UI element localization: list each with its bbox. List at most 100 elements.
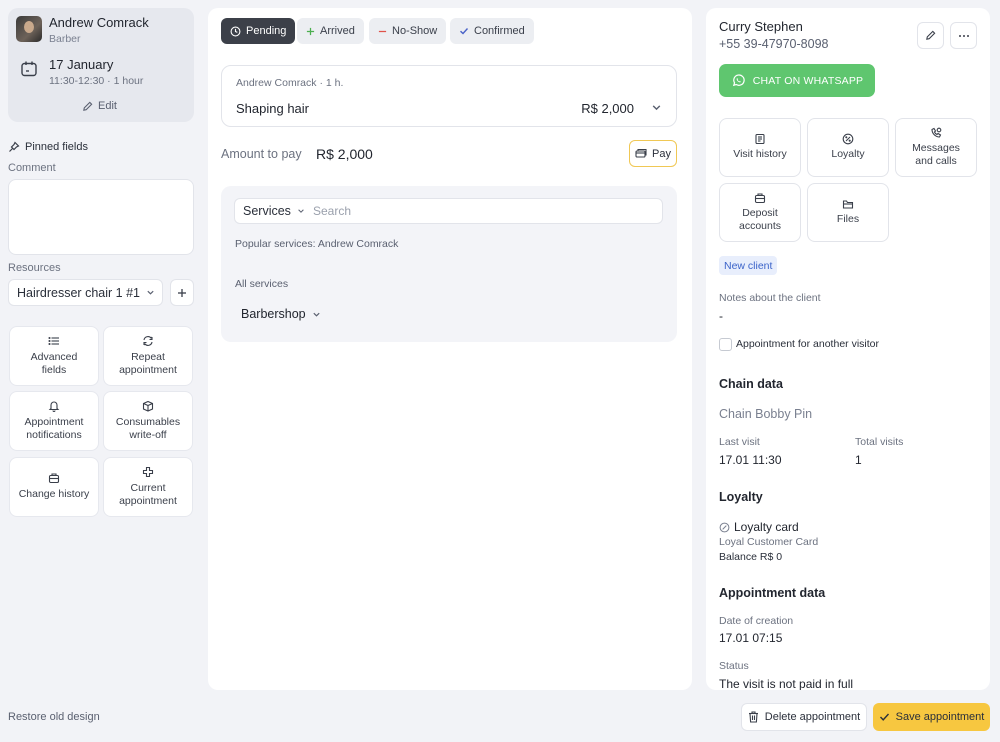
status-pending-button[interactable]: Pending — [221, 18, 296, 44]
status-label: Arrived — [320, 25, 355, 37]
creation-date-label: Date of creation — [719, 615, 794, 627]
services-dropdown[interactable]: Services — [243, 204, 305, 218]
delete-appointment-button[interactable]: Delete appointment — [741, 703, 867, 731]
tile-label: Consumables write-off — [115, 415, 181, 441]
popular-services-label: Popular services: Andrew Comrack — [235, 238, 399, 250]
staff-card: Andrew Comrack Barber 17 January 11:30-1… — [8, 8, 194, 122]
status-label: Pending — [246, 25, 287, 37]
another-visitor-checkbox[interactable] — [719, 338, 732, 351]
tile-label: Loyalty — [831, 148, 865, 161]
tile-repeat-appointment[interactable]: Repeat appointment — [103, 326, 193, 386]
edit-label: Edit — [98, 100, 117, 112]
service-card[interactable]: Andrew Comrack · 1 h. Shaping hair R$ 2,… — [221, 65, 677, 127]
tile-label: Visit history — [733, 148, 787, 161]
edit-button[interactable]: Edit — [82, 100, 117, 112]
document-icon — [755, 134, 765, 145]
check-icon — [879, 713, 889, 721]
tile-files[interactable]: Files — [807, 183, 889, 242]
services-search-bar: Services — [234, 198, 663, 224]
minus-icon — [378, 30, 387, 32]
another-visitor-label: Appointment for another visitor — [736, 338, 879, 350]
notes-label: Notes about the client — [719, 292, 821, 304]
tile-label: Advanced fields — [30, 350, 78, 376]
pencil-icon — [926, 30, 936, 40]
whatsapp-icon — [732, 74, 745, 87]
tile-label: Messages and calls — [912, 141, 960, 167]
pin-icon — [9, 141, 20, 152]
total-visits-value: 1 — [855, 453, 862, 467]
all-services-label: All services — [235, 278, 289, 290]
loyalty-card-title[interactable]: Loyalty card — [719, 520, 799, 534]
chevron-down-icon — [298, 209, 304, 213]
tile-visit-history[interactable]: Visit history — [719, 118, 801, 177]
tile-label: Appointment notifications — [24, 415, 84, 441]
tile-loyalty[interactable]: Loyalty — [807, 118, 889, 177]
box-icon — [142, 400, 154, 412]
status-arrived-button[interactable]: Arrived — [297, 18, 364, 44]
loyalty-card-name: Loyal Customer Card — [719, 536, 819, 548]
amount-label: Amount to pay — [221, 147, 302, 161]
category-barbershop[interactable]: Barbershop — [241, 307, 321, 321]
clock-icon — [230, 26, 241, 36]
staff-name: Andrew Comrack — [49, 15, 149, 30]
tile-current-appointment[interactable]: Current appointment — [103, 457, 193, 517]
new-client-badge: New client — [719, 256, 778, 275]
chevron-down-icon[interactable] — [651, 102, 662, 113]
last-visit-value: 17.01 11:30 — [719, 453, 782, 467]
status-no-show-button[interactable]: No-Show — [369, 18, 447, 44]
save-appointment-button[interactable]: Save appointment — [873, 703, 990, 731]
bell-icon — [48, 401, 60, 412]
check-icon — [460, 28, 469, 35]
pinned-label: Pinned fields — [25, 141, 88, 153]
tile-label: Deposit accounts — [738, 206, 782, 232]
services-dropdown-label: Services — [243, 204, 291, 218]
edit-client-button[interactable] — [917, 22, 944, 49]
restore-old-design-link[interactable]: Restore old design — [8, 711, 100, 723]
tile-messages-and-calls[interactable]: Messages and calls — [895, 118, 977, 177]
category-label: Barbershop — [241, 307, 306, 321]
loyalty-balance: Balance R$ 0 — [719, 551, 783, 563]
pay-button[interactable]: Pay — [629, 140, 677, 167]
resource-select[interactable]: Hairdresser chair 1 #1 — [8, 279, 163, 306]
tile-label: Current appointment — [119, 481, 177, 507]
comment-label: Comment — [8, 162, 56, 174]
tile-advanced-fields[interactable]: Advanced fields — [9, 326, 99, 386]
status-confirmed-button[interactable]: Confirmed — [450, 18, 534, 44]
trash-icon — [748, 711, 758, 723]
chain-heading: Chain data — [719, 377, 783, 391]
wallet-icon — [754, 193, 766, 203]
client-panel: Curry Stephen +55 39-47970-8098 CHAT ON … — [706, 8, 990, 690]
last-visit-label: Last visit — [719, 436, 760, 448]
chain-name: Chain Bobby Pin — [719, 407, 813, 421]
whatsapp-label: CHAT ON WHATSAPP — [752, 74, 864, 87]
plus-outline-icon — [142, 466, 154, 477]
staff-role: Barber — [49, 33, 81, 45]
calendar-icon — [21, 61, 37, 77]
services-panel: Services Popular services: Andrew Comrac… — [221, 186, 677, 342]
comment-field[interactable] — [8, 179, 194, 255]
chevron-down-icon — [147, 290, 154, 295]
tile-consumables-write-off[interactable]: Consumables write-off — [103, 391, 193, 451]
service-name: Shaping hair — [236, 101, 309, 116]
appointment-time: 11:30-12:30 · 1 hour — [49, 75, 144, 87]
tile-appointment-notifications[interactable]: Appointment notifications — [9, 391, 99, 451]
more-options-button[interactable] — [950, 22, 977, 49]
chevron-down-icon — [313, 312, 320, 317]
tile-label: Change history — [18, 488, 90, 501]
percent-icon — [842, 134, 854, 145]
appointment-date: 17 January — [49, 57, 114, 72]
loyalty-heading: Loyalty — [719, 490, 763, 504]
percent-icon — [719, 522, 730, 532]
delete-label: Delete appointment — [764, 711, 861, 723]
client-phone: +55 39-47970-8098 — [719, 37, 829, 51]
creation-date-value: 17.01 07:15 — [719, 631, 783, 645]
whatsapp-chat-button[interactable]: CHAT ON WHATSAPP — [719, 64, 875, 97]
resources-label: Resources — [8, 262, 61, 274]
pay-label: Pay — [652, 147, 671, 160]
tile-deposit-accounts[interactable]: Deposit accounts — [719, 183, 801, 242]
phone-icon — [931, 127, 942, 138]
add-resource-button[interactable] — [170, 279, 194, 306]
services-search-input[interactable] — [313, 202, 653, 220]
save-label: Save appointment — [895, 711, 985, 723]
tile-change-history[interactable]: Change history — [9, 457, 99, 517]
